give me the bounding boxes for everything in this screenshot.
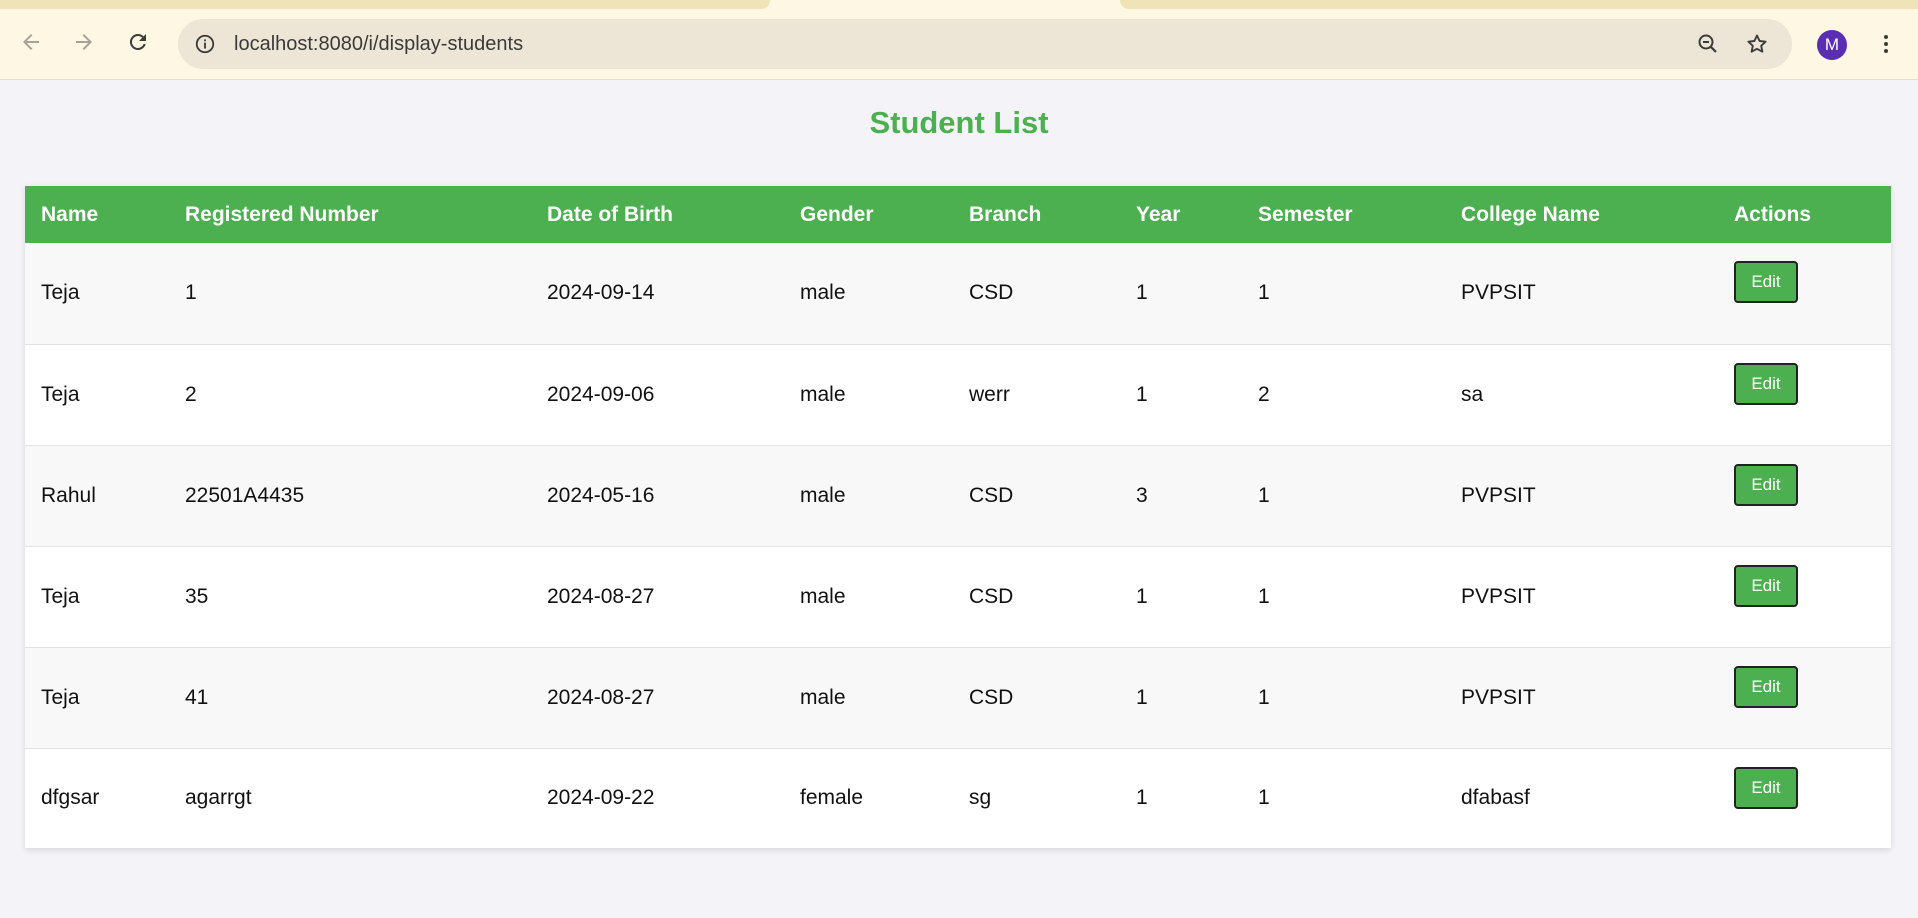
cell-date-of-birth: 2024-09-06: [547, 382, 655, 406]
cell-college-name: PVPSIT: [1461, 685, 1536, 709]
cell-year: 1: [1136, 584, 1148, 608]
cell-registered-number: 35: [185, 584, 209, 608]
cell-name: Teja: [41, 584, 80, 608]
cell-actions: Edit: [1718, 647, 1891, 748]
cell-actions: Edit: [1718, 546, 1891, 647]
header-registered-number: Registered Number: [185, 202, 379, 226]
cell-name: Rahul: [41, 483, 96, 507]
zoom-out-icon[interactable]: [1694, 30, 1722, 58]
address-bar[interactable]: localhost:8080/i/display-students: [178, 19, 1792, 69]
cell-semester: 2: [1258, 382, 1270, 406]
cell-year: 1: [1136, 382, 1148, 406]
cell-semester: 1: [1258, 483, 1270, 507]
cell-date-of-birth: 2024-05-16: [547, 483, 655, 507]
cell-branch: CSD: [969, 281, 1014, 305]
header-name: Name: [41, 202, 99, 226]
star-icon[interactable]: [1743, 30, 1771, 58]
edit-button[interactable]: Edit: [1734, 665, 1798, 708]
cell-gender: female: [800, 786, 864, 810]
edit-button[interactable]: Edit: [1734, 564, 1798, 607]
cell-branch: CSD: [969, 685, 1014, 709]
cell-actions: Edit: [1718, 445, 1891, 546]
header-year: Year: [1136, 202, 1181, 226]
forward-arrow-icon: [72, 30, 96, 59]
cell-gender: male: [800, 483, 846, 507]
cell-year: 3: [1136, 483, 1148, 507]
edit-button[interactable]: Edit: [1734, 261, 1798, 303]
cell-college-name: PVPSIT: [1461, 281, 1536, 305]
cell-year: 1: [1136, 685, 1148, 709]
cell-year: 1: [1136, 786, 1148, 810]
back-button[interactable]: [11, 24, 51, 64]
cell-date-of-birth: 2024-09-14: [547, 281, 655, 305]
page-title: Student List: [869, 105, 1049, 140]
table-row: Teja 35 2024-08-27 male CSD 1 1 PVPSIT E…: [25, 546, 1891, 647]
table-row: dfgsar agarrgt 2024-09-22 female sg 1 1 …: [25, 748, 1891, 848]
table-row: Teja 1 2024-09-14 male CSD 1 1 PVPSIT Ed…: [25, 243, 1891, 344]
table-row: Teja 41 2024-08-27 male CSD 1 1 PVPSIT E…: [25, 647, 1891, 748]
header-college-name: College Name: [1461, 202, 1600, 226]
cell-gender: male: [800, 281, 846, 305]
cell-semester: 1: [1258, 281, 1270, 305]
cell-name: dfgsar: [41, 786, 100, 810]
edit-button[interactable]: Edit: [1734, 362, 1798, 405]
forward-button[interactable]: [64, 24, 104, 64]
cell-gender: male: [800, 685, 846, 709]
cell-gender: male: [800, 382, 846, 406]
student-table: Name Registered Number Date of Birth Gen…: [25, 186, 1891, 848]
cell-college-name: dfabasf: [1461, 786, 1530, 810]
tab-strip-right: [1120, 0, 1918, 9]
table-header-row: Name Registered Number Date of Birth Gen…: [25, 186, 1891, 243]
cell-name: Teja: [41, 281, 80, 305]
cell-date-of-birth: 2024-08-27: [547, 584, 655, 608]
cell-branch: CSD: [969, 584, 1014, 608]
cell-registered-number: 1: [185, 281, 197, 305]
cell-college-name: PVPSIT: [1461, 483, 1536, 507]
cell-date-of-birth: 2024-08-27: [547, 685, 655, 709]
cell-semester: 1: [1258, 584, 1270, 608]
cell-registered-number: 41: [185, 685, 209, 709]
reload-button[interactable]: [118, 24, 158, 64]
table-row: Rahul 22501A4435 2024-05-16 male CSD 3 1…: [25, 445, 1891, 546]
info-icon[interactable]: [192, 31, 218, 57]
header-gender: Gender: [800, 202, 874, 226]
header-date-of-birth: Date of Birth: [547, 202, 673, 226]
cell-college-name: sa: [1461, 382, 1484, 406]
cell-branch: werr: [969, 382, 1010, 406]
kebab-menu-icon[interactable]: [1871, 26, 1901, 62]
cell-date-of-birth: 2024-09-22: [547, 786, 655, 810]
browser-toolbar: localhost:8080/i/display-students M: [0, 0, 1918, 80]
cell-branch: CSD: [969, 483, 1014, 507]
tab-strip-left: [0, 0, 770, 9]
cell-year: 1: [1136, 281, 1148, 305]
header-actions: Actions: [1734, 202, 1812, 226]
student-table-container: Name Registered Number Date of Birth Gen…: [25, 186, 1891, 848]
cell-registered-number: agarrgt: [185, 786, 252, 810]
edit-button[interactable]: Edit: [1734, 766, 1798, 809]
back-arrow-icon: [19, 30, 43, 59]
table-row: Teja 2 2024-09-06 male werr 1 2 sa Edit: [25, 344, 1891, 445]
edit-button[interactable]: Edit: [1734, 463, 1798, 506]
cell-registered-number: 22501A4435: [185, 483, 305, 507]
reload-icon: [126, 30, 150, 59]
url-text[interactable]: localhost:8080/i/display-students: [234, 19, 523, 69]
cell-actions: Edit: [1718, 748, 1891, 848]
cell-semester: 1: [1258, 786, 1270, 810]
avatar[interactable]: M: [1817, 30, 1847, 60]
header-branch: Branch: [969, 202, 1042, 226]
header-semester: Semester: [1258, 202, 1353, 226]
cell-name: Teja: [41, 685, 80, 709]
cell-registered-number: 2: [185, 382, 197, 406]
cell-actions: Edit: [1718, 344, 1891, 445]
cell-branch: sg: [969, 786, 992, 810]
cell-semester: 1: [1258, 685, 1270, 709]
cell-name: Teja: [41, 382, 80, 406]
cell-actions: Edit: [1718, 243, 1891, 344]
cell-college-name: PVPSIT: [1461, 584, 1536, 608]
cell-gender: male: [800, 584, 846, 608]
